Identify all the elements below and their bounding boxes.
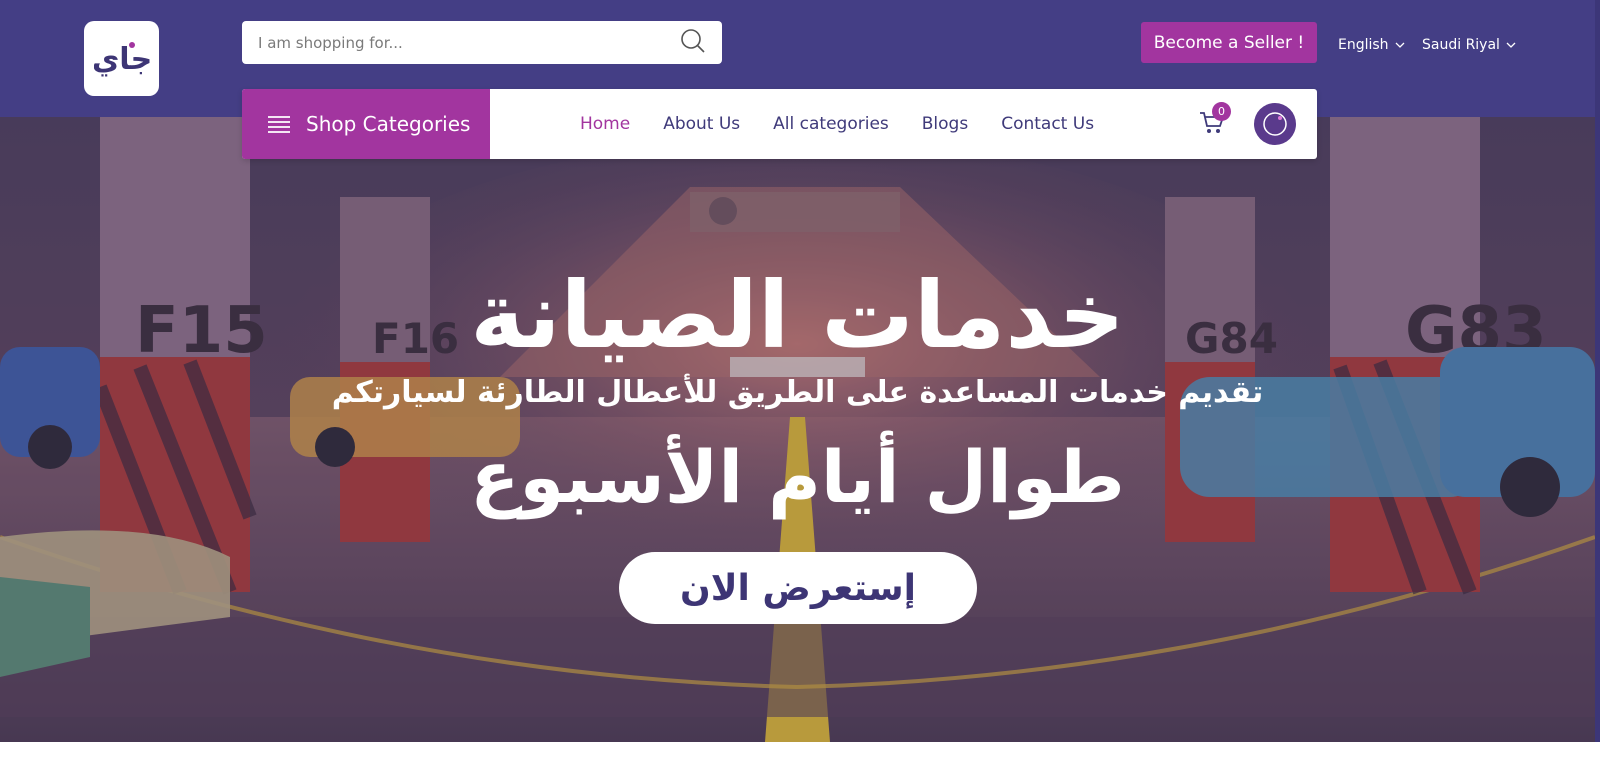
- nav-menu: Home About Us All categories Blogs Conta…: [580, 114, 1094, 134]
- chevron-down-icon: [1395, 42, 1405, 48]
- nav-item-all-categories[interactable]: All categories: [773, 114, 889, 134]
- search-bar: [242, 21, 722, 64]
- cart-count-badge: 0: [1212, 102, 1231, 121]
- shop-categories-button[interactable]: Shop Categories: [242, 89, 490, 159]
- shop-categories-label: Shop Categories: [306, 112, 471, 136]
- currency-label: Saudi Riyal: [1422, 37, 1500, 53]
- main-navbar: Shop Categories Home About Us All catego…: [242, 89, 1317, 159]
- become-seller-button[interactable]: Become a Seller !: [1141, 22, 1317, 63]
- language-dropdown[interactable]: English: [1338, 37, 1405, 53]
- search-icon[interactable]: [680, 28, 706, 58]
- browse-now-button[interactable]: إستعرض الان: [619, 552, 977, 624]
- currency-dropdown[interactable]: Saudi Riyal: [1422, 37, 1516, 53]
- logo-mark-icon: جاي: [94, 41, 150, 77]
- hamburger-icon: [268, 116, 290, 133]
- nav-item-contact-us[interactable]: Contact Us: [1001, 114, 1094, 134]
- nav-item-about-us[interactable]: About Us: [663, 114, 740, 134]
- nav-item-home[interactable]: Home: [580, 114, 630, 134]
- search-input[interactable]: [258, 33, 680, 52]
- logo-text: جاي: [94, 42, 150, 77]
- hero-tagline: طوال أيام الأسبوع: [470, 435, 1125, 519]
- user-avatar-icon: [1263, 112, 1287, 136]
- hero-title: خدمات الصيانة: [470, 262, 1125, 369]
- site-logo[interactable]: جاي: [84, 21, 159, 96]
- scrollbar[interactable]: [1595, 0, 1600, 742]
- parking-garage-illustration: F15 F16 G84 G83: [0, 117, 1595, 742]
- chevron-down-icon: [1506, 42, 1516, 48]
- avatar[interactable]: [1254, 103, 1296, 145]
- hero-subtitle: تقديم خدمات المساعدة على الطريق للأعطال …: [331, 375, 1264, 410]
- language-label: English: [1338, 37, 1389, 53]
- hero-banner: F15 F16 G84 G83 خدمات الصيانة تقديم خدما…: [0, 117, 1595, 742]
- page-bottom: [0, 742, 1600, 760]
- nav-item-blogs[interactable]: Blogs: [922, 114, 968, 134]
